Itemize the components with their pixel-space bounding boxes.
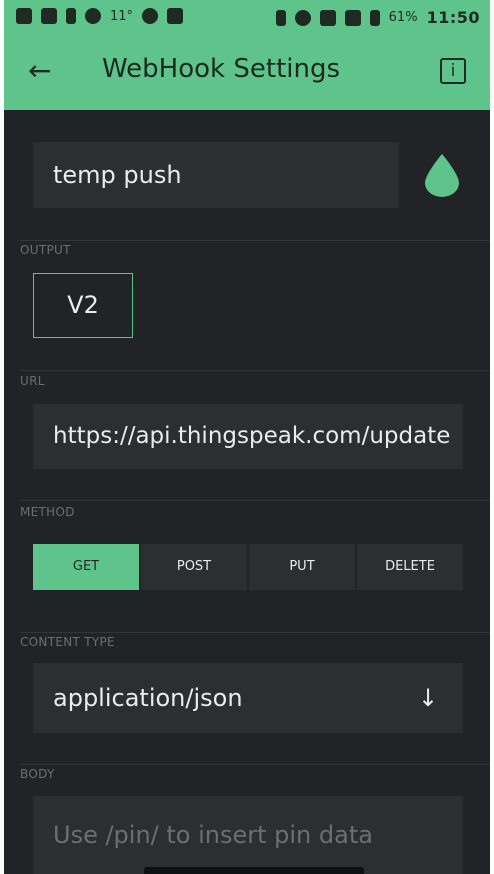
url-input[interactable]: https://api.thingspeak.com/update <box>33 404 463 469</box>
body-input[interactable] <box>33 796 463 874</box>
app-bar: ← WebHook Settings i <box>4 36 490 110</box>
divider <box>20 370 490 371</box>
clock: 11:50 <box>426 8 480 27</box>
status-notifications: 11° <box>16 8 184 24</box>
wifi-icon <box>319 9 336 26</box>
method-label: METHOD <box>20 505 75 519</box>
signal-icon <box>344 9 361 26</box>
method-selector: GET POST PUT DELETE <box>33 544 463 590</box>
content-type-label: CONTENT TYPE <box>20 635 115 649</box>
temperature-text: 11° <box>110 8 134 24</box>
webhook-settings-screen: 11° 61% 11:50 ← WebHook Settings i temp … <box>4 0 490 874</box>
body-label: BODY <box>20 767 55 781</box>
divider <box>20 500 490 501</box>
person-icon <box>66 8 76 24</box>
alarm-icon <box>294 9 311 26</box>
arrow-down-icon: ↓ <box>417 684 439 712</box>
image-icon <box>167 8 184 24</box>
battery-percent: 61% <box>388 10 418 25</box>
content-type-value: application/json <box>53 684 243 712</box>
status-system: 61% 11:50 <box>275 8 480 27</box>
bluetooth-icon <box>275 9 286 26</box>
message-icon <box>41 8 57 24</box>
page-title: WebHook Settings <box>102 54 341 84</box>
divider <box>20 240 490 241</box>
gamepad-icon <box>16 8 32 24</box>
output-pin-button[interactable]: V2 <box>33 273 133 338</box>
method-delete-button[interactable]: DELETE <box>357 544 463 590</box>
color-picker-drop-icon[interactable] <box>420 152 464 198</box>
bottom-handle <box>144 867 364 874</box>
status-bar: 11° 61% 11:50 <box>4 0 490 36</box>
widget-name-input[interactable]: temp push <box>33 142 399 208</box>
url-label: URL <box>20 374 45 388</box>
back-arrow-icon[interactable]: ← <box>28 56 58 86</box>
divider <box>20 632 490 633</box>
info-button[interactable]: i <box>440 58 466 84</box>
method-put-button[interactable]: PUT <box>249 544 355 590</box>
phone-icon <box>142 8 159 24</box>
method-post-button[interactable]: POST <box>141 544 247 590</box>
content-type-select[interactable]: application/json ↓ <box>33 663 463 733</box>
output-label: OUTPUT <box>20 243 71 257</box>
battery-icon <box>369 9 380 26</box>
whatsapp-icon <box>85 8 101 24</box>
divider <box>20 764 490 765</box>
method-get-button[interactable]: GET <box>33 544 139 590</box>
